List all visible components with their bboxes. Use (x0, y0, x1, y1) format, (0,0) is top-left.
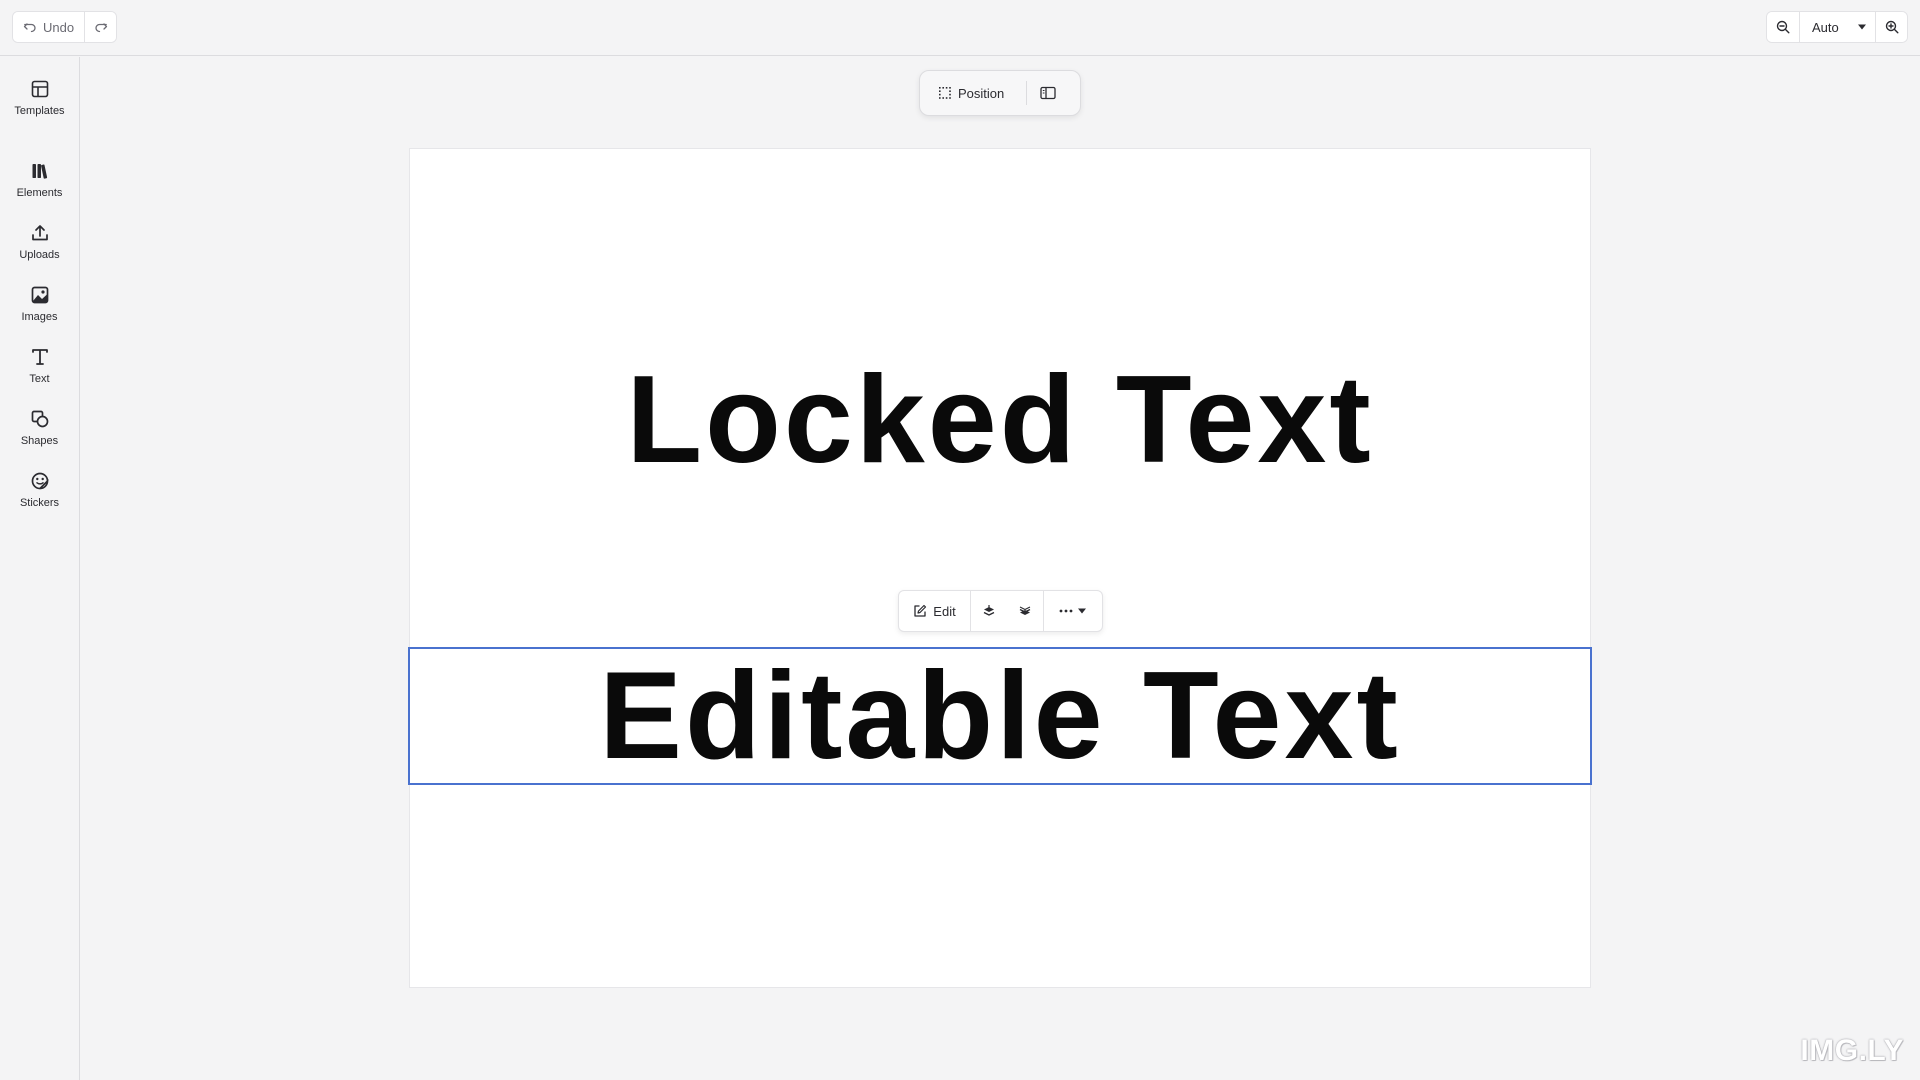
undo-button[interactable]: Undo (13, 12, 84, 42)
brand-watermark: IMG.LY (1800, 1034, 1904, 1067)
canvas-bar: Position (919, 70, 1081, 116)
dock-item-templates[interactable]: Templates (0, 68, 79, 128)
zoom-level-value: Auto (1812, 19, 1839, 35)
redo-icon (94, 20, 108, 34)
dock-item-shapes[interactable]: Shapes (0, 398, 79, 458)
text-icon (30, 347, 50, 367)
dock-item-label: Elements (16, 187, 63, 199)
edit-icon (913, 604, 927, 618)
undo-label: Undo (42, 19, 75, 35)
bring-forward-icon (982, 604, 996, 618)
top-bar: Undo Auto (0, 0, 1920, 56)
more-icon (1059, 609, 1073, 613)
dock-item-label: Templates (14, 105, 65, 117)
inspector-toggle-button[interactable] (1033, 78, 1063, 108)
caret-down-icon (1857, 23, 1867, 31)
history-controls: Undo (12, 11, 117, 43)
send-backward-icon (1018, 604, 1032, 618)
position-icon (938, 86, 952, 100)
panel-icon (1040, 86, 1056, 100)
redo-button[interactable] (84, 12, 116, 42)
zoom-in-button[interactable] (1875, 12, 1907, 42)
design-page[interactable] (409, 148, 1591, 988)
zoom-level-select[interactable]: Auto (1799, 12, 1875, 42)
toolbar-divider (1026, 81, 1028, 105)
sticker-icon (30, 471, 50, 491)
shapes-icon (30, 409, 50, 429)
undo-icon (23, 20, 37, 34)
edit-label: Edit (933, 603, 956, 619)
send-backward-button[interactable] (1007, 590, 1043, 632)
block-context-menu: Edit (898, 590, 1103, 632)
dock-sidebar: Templates Elements Uploads Images Text S… (0, 57, 80, 1080)
dock-item-images[interactable]: Images (0, 274, 79, 334)
zoom-controls: Auto (1766, 11, 1908, 43)
bring-forward-button[interactable] (971, 590, 1007, 632)
zoom-out-icon (1776, 20, 1790, 34)
caret-down-icon (1077, 607, 1087, 615)
upload-icon (30, 223, 50, 243)
zoom-in-icon (1885, 20, 1899, 34)
more-options-button[interactable] (1044, 590, 1102, 632)
dock-item-label: Uploads (19, 249, 60, 261)
position-button[interactable]: Position (926, 78, 1016, 108)
templates-icon (30, 79, 50, 99)
edit-text-button[interactable]: Edit (899, 590, 970, 632)
dock-item-elements[interactable]: Elements (0, 150, 79, 210)
elements-icon (30, 161, 50, 181)
image-icon (30, 285, 50, 305)
zoom-out-button[interactable] (1767, 12, 1799, 42)
dock-item-text[interactable]: Text (0, 336, 79, 396)
locked-text-block[interactable]: Locked Text (409, 351, 1591, 489)
position-label: Position (958, 85, 1005, 101)
dock-item-uploads[interactable]: Uploads (0, 212, 79, 272)
dock-item-label: Text (29, 373, 50, 385)
dock-item-label: Shapes (20, 435, 59, 447)
dock-item-label: Stickers (19, 497, 60, 509)
dock-item-stickers[interactable]: Stickers (0, 460, 79, 520)
dock-item-label: Images (21, 311, 58, 323)
editable-text-block[interactable]: Editable Text (410, 647, 1590, 785)
